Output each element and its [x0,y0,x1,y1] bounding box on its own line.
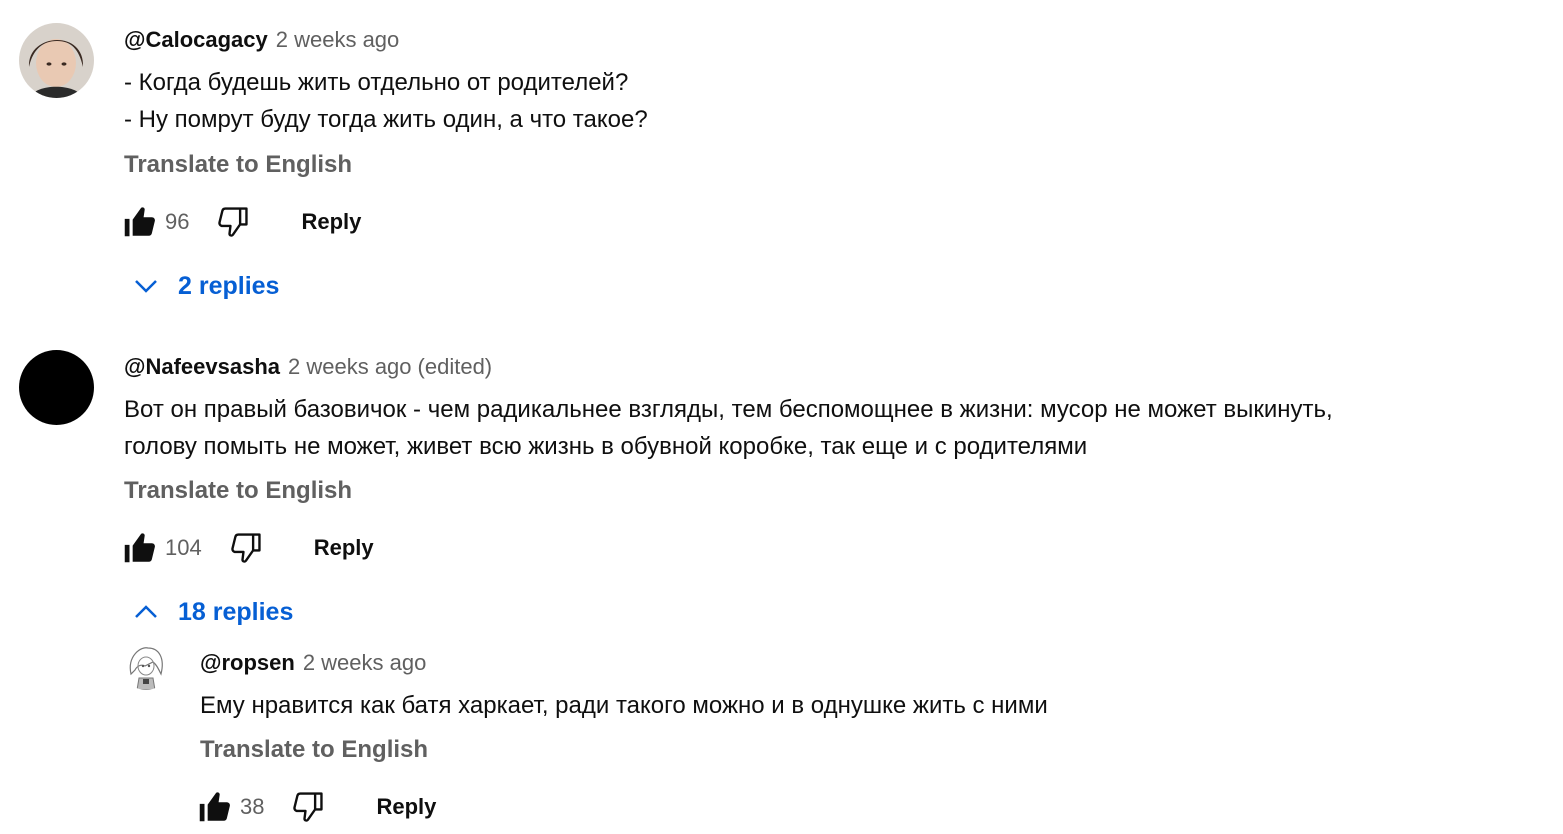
replies-toggle[interactable]: 2 replies [126,266,279,306]
author-name[interactable]: @Calocagacy [124,27,268,52]
edited-label: (edited) [417,354,493,379]
author-name[interactable]: @ropsen [200,650,295,675]
chevron-up-icon [135,605,157,618]
thumbs-down-icon [218,207,249,237]
like-button[interactable] [119,202,159,242]
like-button[interactable] [194,787,234,827]
comment-text: Ему нравится как батя харкает, ради тако… [200,687,1048,724]
translate-button[interactable]: Translate to English [200,735,428,765]
author-name[interactable]: @Nafeevsasha [124,354,280,379]
action-bar: 96 Reply [119,202,361,242]
comment-text: - Когда будешь жить отдельно от родителе… [124,64,648,138]
timestamp[interactable]: 2 weeks ago [303,650,427,675]
thumbs-up-icon [124,207,155,237]
timestamp[interactable]: 2 weeks ago [276,27,400,52]
replies-toggle[interactable]: 18 replies [126,592,293,632]
action-bar: 38 Reply [194,787,436,827]
avatar[interactable] [19,350,94,425]
timestamp[interactable]: 2 weeks ago [288,354,412,379]
translate-button[interactable]: Translate to English [124,476,352,506]
like-button[interactable] [119,528,159,568]
thumbs-up-icon [124,533,155,563]
reply-button[interactable]: Reply [314,535,374,561]
comment-line: голову помыть не может, живет всю жизнь … [124,433,1088,460]
avatar[interactable] [19,23,94,98]
comment-line: Вот он правый базовичок - чем радикальне… [124,396,1333,423]
translate-button[interactable]: Translate to English [124,150,352,180]
comment-header: @Nafeevsasha 2 weeks ago (edited) [124,353,492,381]
dislike-button[interactable] [288,787,328,827]
thumbs-down-icon [293,792,324,822]
dislike-button[interactable] [213,202,253,242]
thumbs-down-icon [230,533,261,563]
dislike-button[interactable] [226,528,266,568]
avatar[interactable] [123,644,169,690]
like-count: 104 [165,535,202,560]
replies-count: 2 replies [178,271,280,300]
thumbs-up-icon [199,792,230,822]
replies-count: 18 replies [178,597,294,626]
reply-button[interactable]: Reply [376,794,436,820]
action-bar: 104 Reply [119,528,374,568]
like-count: 96 [165,209,190,234]
comment-header: @ropsen 2 weeks ago [200,649,426,677]
like-count: 38 [240,794,265,819]
comment-line: Ему нравится как батя харкает, ради тако… [200,692,1048,719]
comment-text: Вот он правый базовичок - чем радикальне… [124,391,1333,465]
reply-button[interactable]: Reply [301,209,361,235]
comment-line: - Ну помрут буду тогда жить один, а что … [124,106,648,133]
comment-header: @Calocagacy 2 weeks ago [124,26,399,54]
chevron-down-icon [135,280,157,293]
comment-line: - Когда будешь жить отдельно от родителе… [124,69,629,96]
